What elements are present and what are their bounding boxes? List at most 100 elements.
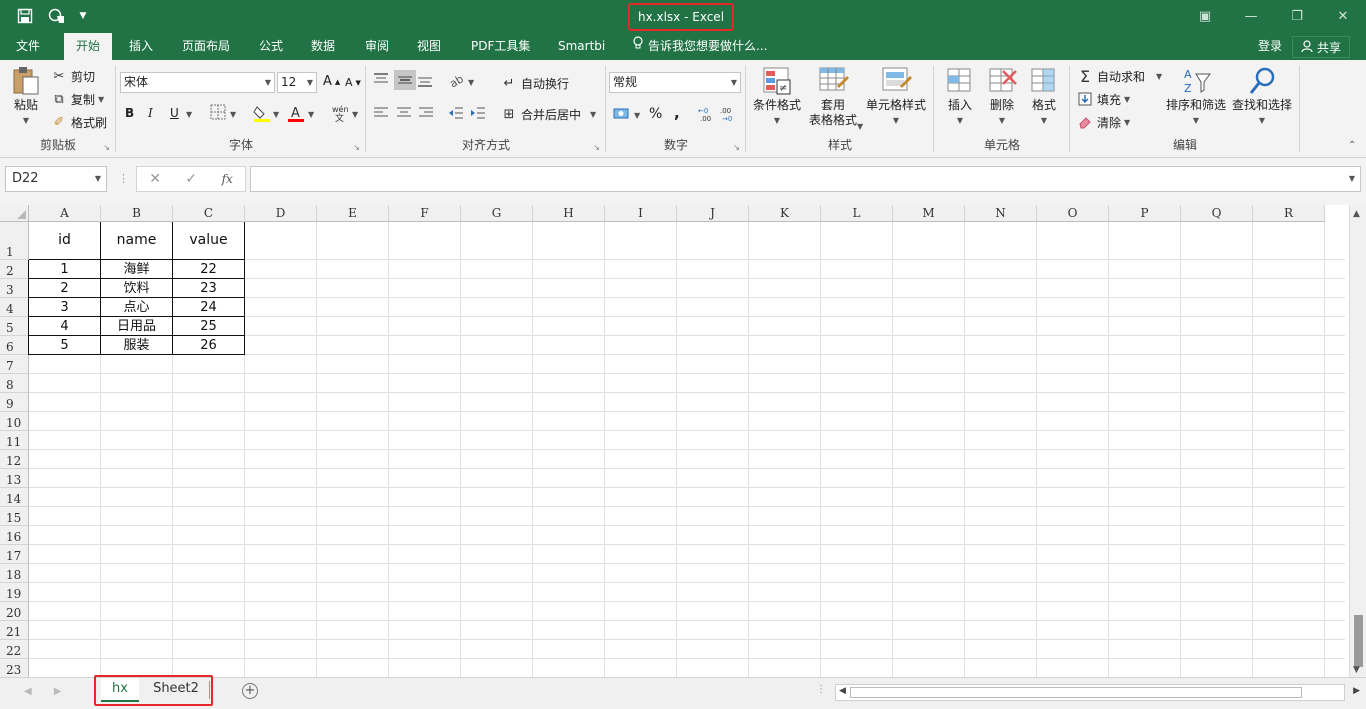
collapse-ribbon-icon[interactable]: ⌃ [1348, 140, 1356, 151]
touch-mode-icon[interactable] [46, 6, 68, 26]
merge-dropdown-icon[interactable]: ▼ [590, 110, 596, 119]
minimize-icon[interactable]: — [1228, 0, 1274, 32]
table-cell[interactable]: 5 [29, 336, 101, 355]
tab-insert[interactable]: 插入 [125, 33, 157, 60]
align-left-icon[interactable] [373, 106, 389, 120]
enter-icon[interactable]: ✓ [185, 171, 197, 187]
font-size-select[interactable]: 12 ▼ [277, 72, 317, 93]
add-sheet-icon[interactable]: + [242, 683, 258, 699]
conditional-formatting-button[interactable]: ≠ 条件格式 ▼ [751, 66, 803, 128]
align-middle-icon[interactable] [394, 70, 416, 90]
number-launcher-icon[interactable]: ↘ [733, 143, 740, 152]
table-cell[interactable]: 4 [29, 317, 101, 336]
vertical-scroll-thumb[interactable] [1354, 615, 1363, 667]
column-header-e[interactable]: E [317, 205, 389, 222]
decrease-indent-icon[interactable] [448, 106, 464, 120]
underline-button[interactable]: U [170, 106, 179, 120]
table-cell[interactable]: 24 [173, 298, 245, 317]
find-select-button[interactable]: 查找和选择 ▼ [1230, 66, 1294, 128]
tab-smartbi[interactable]: Smartbi [554, 33, 609, 60]
borders-dropdown-icon[interactable]: ▼ [230, 110, 236, 119]
align-right-icon[interactable] [418, 106, 434, 120]
number-format-select[interactable]: 常规 ▼ [609, 72, 741, 93]
alignment-launcher-icon[interactable]: ↘ [593, 143, 600, 152]
find-select-dropdown-icon[interactable]: ▼ [1259, 113, 1265, 128]
fill-dropdown-icon[interactable]: ▼ [1124, 95, 1130, 104]
table-cell[interactable]: 日用品 [101, 317, 173, 336]
row-header-12[interactable]: 12 [0, 450, 29, 469]
row-header-8[interactable]: 8 [0, 374, 29, 393]
percent-button[interactable]: % [649, 106, 662, 122]
align-center-icon[interactable] [396, 106, 412, 120]
comma-button[interactable]: , [674, 104, 680, 122]
login-link[interactable]: 登录 [1258, 33, 1282, 60]
name-box[interactable]: D22 ▼ [5, 166, 107, 192]
align-bottom-icon[interactable] [417, 74, 433, 88]
table-cell[interactable]: 3 [29, 298, 101, 317]
column-header-p[interactable]: P [1109, 205, 1181, 222]
autosum-button[interactable]: Σ 自动求和 ▼ [1076, 67, 1162, 86]
clipboard-launcher-icon[interactable]: ↘ [103, 143, 110, 152]
table-cell[interactable]: 25 [173, 317, 245, 336]
column-header-c[interactable]: C [173, 205, 245, 222]
row-header-2[interactable]: 2 [0, 260, 29, 279]
increase-decimal-icon[interactable]: ←0.00 [698, 106, 716, 122]
font-launcher-icon[interactable]: ↘ [353, 143, 360, 152]
delete-cells-button[interactable]: 删除 ▼ [984, 66, 1020, 128]
currency-dropdown-icon[interactable]: ▼ [634, 111, 640, 120]
fill-color-icon[interactable] [253, 104, 271, 122]
table-cell[interactable]: 23 [173, 279, 245, 298]
row-header-16[interactable]: 16 [0, 526, 29, 545]
phonetic-icon[interactable]: wén 文 [331, 104, 349, 122]
row-header-6[interactable]: 6 [0, 336, 29, 355]
restore-icon[interactable]: ❐ [1274, 0, 1320, 32]
bold-button[interactable]: B [125, 106, 134, 120]
row-header-23[interactable]: 23 [0, 659, 29, 677]
column-header-g[interactable]: G [461, 205, 533, 222]
tab-formulas[interactable]: 公式 [255, 33, 287, 60]
share-button[interactable]: 共享 [1291, 36, 1350, 58]
fill-button[interactable]: 填充 ▼ [1076, 90, 1130, 108]
table-header-cell[interactable]: id [29, 222, 101, 260]
clear-button[interactable]: 清除 ▼ [1076, 113, 1130, 131]
tab-home[interactable]: 开始 [64, 33, 112, 61]
horizontal-scroll-thumb[interactable] [850, 687, 1302, 698]
column-header-f[interactable]: F [389, 205, 461, 222]
paste-dropdown-icon[interactable]: ▼ [23, 113, 29, 128]
orientation-dropdown-icon[interactable]: ▼ [468, 78, 474, 87]
table-cell[interactable]: 饮料 [101, 279, 173, 298]
row-header-13[interactable]: 13 [0, 469, 29, 488]
column-header-l[interactable]: L [821, 205, 893, 222]
tab-review[interactable]: 审阅 [361, 33, 393, 60]
format-cells-button[interactable]: 格式 ▼ [1026, 66, 1062, 128]
wrap-text-button[interactable]: ↵ 自动换行 [500, 74, 569, 92]
ribbon-display-icon[interactable]: ▣ [1182, 0, 1228, 32]
decrease-font-icon[interactable]: A ▼ [345, 76, 361, 89]
row-header-4[interactable]: 4 [0, 298, 29, 317]
row-header-5[interactable]: 5 [0, 317, 29, 336]
row-header-9[interactable]: 9 [0, 393, 29, 412]
table-cell[interactable]: 26 [173, 336, 245, 355]
scroll-right-icon[interactable]: ▶ [1353, 686, 1360, 696]
row-header-7[interactable]: 7 [0, 355, 29, 374]
column-header-d[interactable]: D [245, 205, 317, 222]
table-header-cell[interactable]: name [101, 222, 173, 260]
cancel-icon[interactable]: ✕ [149, 171, 161, 187]
cell-styles-dropdown-icon[interactable]: ▼ [893, 113, 899, 128]
row-header-22[interactable]: 22 [0, 640, 29, 659]
sheet-tab-sheet2[interactable]: Sheet2 [146, 678, 206, 702]
cut-button[interactable]: ✂ 剪切 [50, 67, 95, 85]
tell-me-box[interactable]: 告诉我您想要做什么... [628, 33, 771, 60]
row-header-14[interactable]: 14 [0, 488, 29, 507]
save-icon[interactable] [14, 6, 36, 26]
row-header-21[interactable]: 21 [0, 621, 29, 640]
table-cell[interactable]: 海鲜 [101, 260, 173, 279]
sheet-tab-hx[interactable]: hx [101, 678, 139, 702]
column-header-o[interactable]: O [1037, 205, 1109, 222]
tab-splitter-icon[interactable]: ⋮ [816, 684, 826, 695]
underline-dropdown-icon[interactable]: ▼ [186, 110, 192, 119]
clear-dropdown-icon[interactable]: ▼ [1124, 118, 1130, 127]
horizontal-scrollbar[interactable]: ◀ ▶ [835, 684, 1360, 701]
fill-color-dropdown-icon[interactable]: ▼ [273, 110, 279, 119]
conditional-dropdown-icon[interactable]: ▼ [774, 113, 780, 128]
